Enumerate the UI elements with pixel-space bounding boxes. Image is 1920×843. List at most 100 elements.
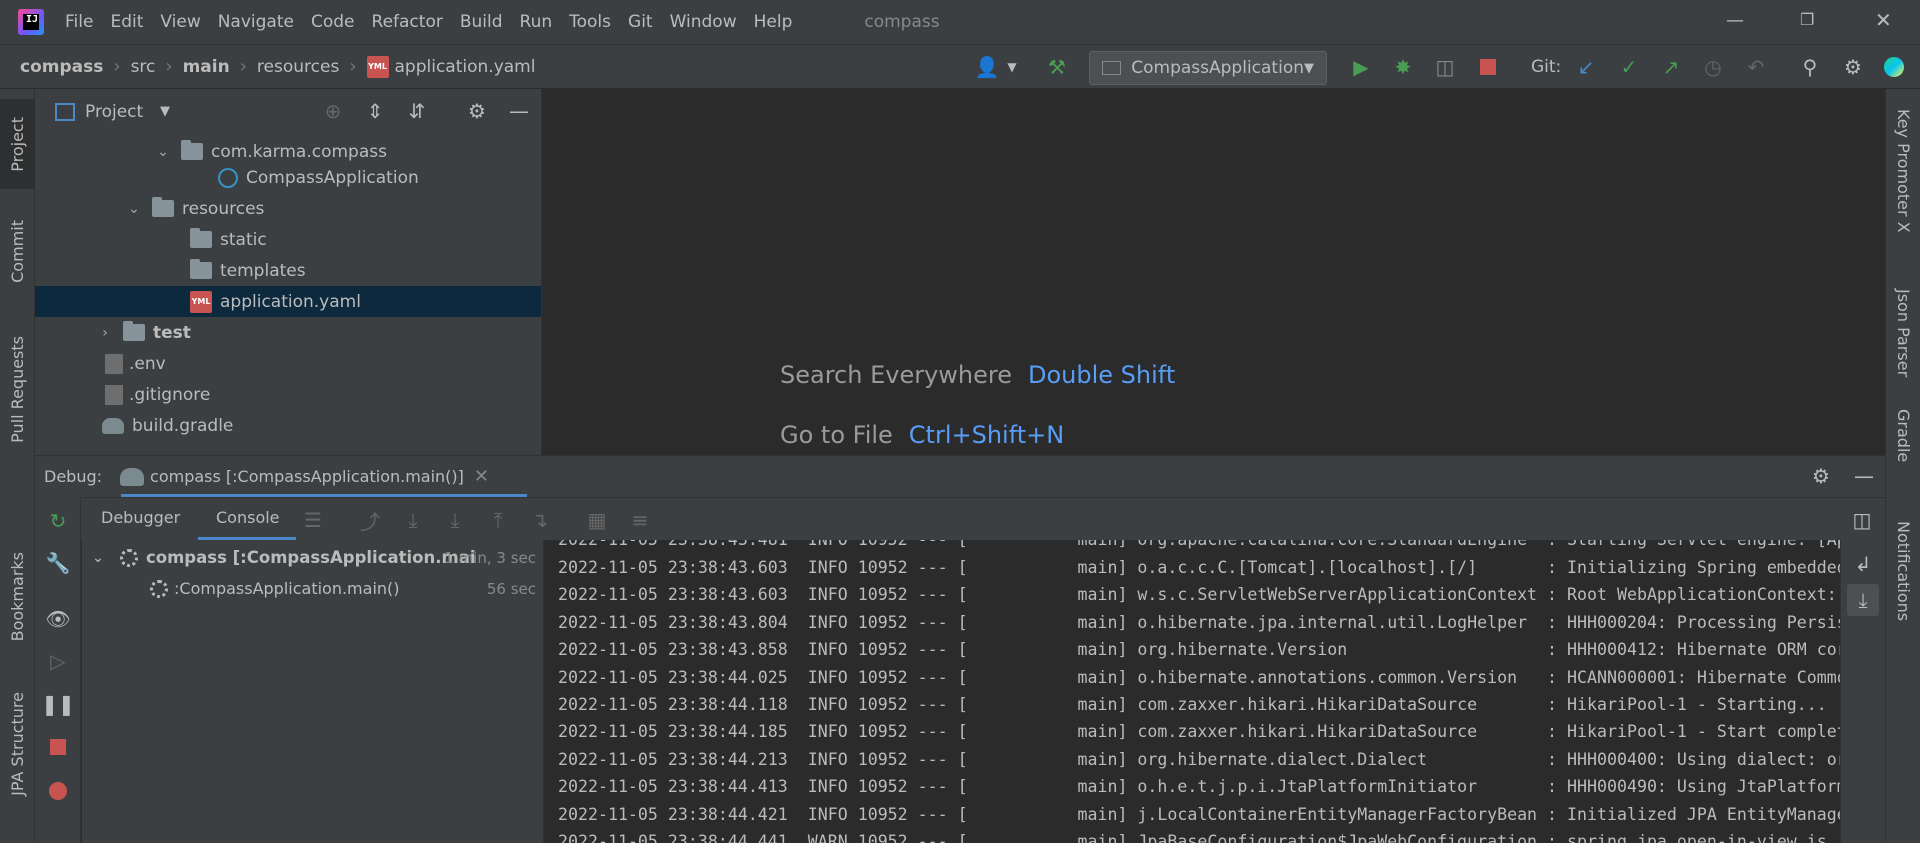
user-profile-icon[interactable]: 👤 <box>975 55 1000 79</box>
debug-session-tab[interactable]: compass [:CompassApplication.main()] <box>150 467 464 486</box>
scroll-to-end-icon[interactable]: ⤓ <box>1847 584 1879 616</box>
tree-item-application-yaml[interactable]: YML application.yaml <box>35 286 541 317</box>
chevron-right-icon[interactable]: › <box>97 325 113 341</box>
settings-gear-icon[interactable]: ⚙ <box>1809 464 1833 488</box>
rerun-icon[interactable]: ↻ <box>46 509 70 533</box>
chevron-down-icon[interactable]: ⌄ <box>126 201 142 217</box>
tool-tab-json-parser[interactable]: Json Parser <box>1886 289 1920 377</box>
tool-tab-pull-requests[interactable]: Pull Requests <box>0 324 35 454</box>
menu-view[interactable]: View <box>160 12 200 32</box>
expand-all-icon[interactable]: ⇕ <box>363 99 387 123</box>
debug-bug-icon[interactable]: ✸ <box>1391 55 1415 79</box>
settings-gear-icon[interactable]: ⚙ <box>1841 55 1865 79</box>
breadcrumb-resources[interactable]: resources <box>257 57 339 77</box>
close-icon[interactable]: ✕ <box>474 466 489 487</box>
tree-item-resources[interactable]: ⌄ resources <box>35 193 541 224</box>
console-output[interactable]: 2022-11-05 23:38:43.481 INFO 10952 --- [… <box>544 540 1840 843</box>
build-hammer-icon[interactable]: ⚒ <box>1045 55 1069 79</box>
menu-run[interactable]: Run <box>520 12 553 32</box>
coverage-icon[interactable]: ◫ <box>1433 55 1457 79</box>
soft-wrap-icon[interactable]: ↲ <box>1851 552 1875 576</box>
collapse-all-icon[interactable]: ⇵ <box>405 99 429 123</box>
tree-item-gitignore[interactable]: .gitignore <box>35 379 541 410</box>
mute-breakpoints-icon[interactable] <box>46 779 70 803</box>
log-line: 2022-11-05 23:38:44.421 INFO 10952 --- [… <box>558 805 1840 824</box>
view-breakpoints-icon[interactable]: 👁 <box>45 607 70 631</box>
menu-help[interactable]: Help <box>754 12 793 32</box>
tree-item-label: application.yaml <box>220 291 361 312</box>
tree-item-build-gradle[interactable]: build.gradle <box>35 410 541 441</box>
search-icon[interactable]: ⚲ <box>1798 55 1822 79</box>
intellij-logo-icon[interactable]: IJ <box>18 9 44 35</box>
tree-item-static[interactable]: static <box>35 224 541 255</box>
run-configuration-select[interactable]: CompassApplication ▼ <box>1089 51 1327 85</box>
breadcrumb-compass[interactable]: compass <box>20 57 103 77</box>
close-icon[interactable]: ✕ <box>1875 8 1892 32</box>
history-icon[interactable]: ◷ <box>1701 55 1725 79</box>
breadcrumb-src[interactable]: src <box>131 57 156 77</box>
project-view-select[interactable]: Project <box>85 102 143 122</box>
tree-item-class[interactable]: CompassApplication <box>35 162 541 193</box>
toolbox-icon[interactable] <box>1882 55 1906 79</box>
breadcrumb-application-yaml[interactable]: application.yaml <box>395 57 536 77</box>
resume-icon[interactable]: ▷ <box>46 649 70 673</box>
tab-console[interactable]: Console <box>216 508 280 527</box>
tool-tab-commit[interactable]: Commit <box>0 204 35 299</box>
run-icon[interactable]: ▶ <box>1349 55 1373 79</box>
tool-tab-bookmarks[interactable]: Bookmarks <box>0 544 35 649</box>
modify-run-config-icon[interactable]: 🔧 <box>46 551 71 575</box>
menu-tools[interactable]: Tools <box>569 12 611 32</box>
menu-build[interactable]: Build <box>460 12 503 32</box>
tool-tab-jpa-structure[interactable]: JPA Structure <box>0 679 35 809</box>
locate-file-icon[interactable]: ⊕ <box>321 99 345 123</box>
menu-refactor[interactable]: Refactor <box>372 12 443 32</box>
git-push-icon[interactable]: ↗ <box>1659 55 1683 79</box>
trace-stream-icon[interactable]: ≡ <box>628 508 652 532</box>
chevron-down-icon[interactable]: ⌄ <box>90 550 106 566</box>
step-over-icon[interactable]: ⤴ <box>358 508 382 534</box>
settings-gear-icon[interactable]: ⚙ <box>465 99 489 123</box>
hide-panel-icon[interactable]: — <box>507 99 531 123</box>
minimize-icon[interactable]: — <box>1726 10 1744 31</box>
layout-settings-icon[interactable]: ◫ <box>1850 508 1874 532</box>
step-out-icon[interactable]: ⤒ <box>486 508 510 532</box>
tool-tab-key-promoter-x[interactable]: Key Promoter X <box>1886 109 1920 233</box>
evaluate-expression-icon[interactable]: ▦ <box>585 508 609 532</box>
tool-tab-gradle[interactable]: Gradle <box>1886 409 1920 462</box>
stop-icon[interactable] <box>1476 55 1500 79</box>
tab-debugger[interactable]: Debugger <box>101 508 180 527</box>
menu-file[interactable]: File <box>65 12 93 32</box>
frame-session-row[interactable]: ⌄ compass [:CompassApplication.mai 1 min… <box>82 542 544 573</box>
tree-item-test[interactable]: › test <box>35 317 541 348</box>
hide-panel-icon[interactable]: — <box>1852 464 1876 488</box>
stop-icon[interactable] <box>46 735 70 759</box>
chevron-down-icon[interactable]: ⌄ <box>155 144 171 160</box>
rollback-icon[interactable]: ↶ <box>1744 55 1768 79</box>
run-to-cursor-icon[interactable]: ↴ <box>528 508 552 532</box>
menu-git[interactable]: Git <box>628 12 653 32</box>
tree-item-label: build.gradle <box>132 415 234 436</box>
git-update-icon[interactable]: ↙ <box>1574 55 1598 79</box>
menu-lines-icon[interactable]: ☰ <box>301 508 325 532</box>
force-step-into-icon[interactable]: ⤓ <box>443 508 467 532</box>
breadcrumb-main[interactable]: main <box>183 57 230 77</box>
tree-item-env[interactable]: .env <box>35 348 541 379</box>
menu-edit[interactable]: Edit <box>110 12 143 32</box>
menu-navigate[interactable]: Navigate <box>218 12 294 32</box>
menu-code[interactable]: Code <box>311 12 355 32</box>
step-into-icon[interactable]: ⤓ <box>401 508 425 532</box>
debug-frames-panel: ⌄ compass [:CompassApplication.mai 1 min… <box>82 540 544 843</box>
chevron-down-icon[interactable]: ▼ <box>160 104 170 119</box>
pause-icon[interactable]: ❚❚ <box>41 692 75 716</box>
restore-icon[interactable]: ❐ <box>1800 10 1814 29</box>
menu-window[interactable]: Window <box>670 12 737 32</box>
tree-item-templates[interactable]: templates <box>35 255 541 286</box>
frame-thread-row[interactable]: :CompassApplication.main() 56 sec <box>82 573 544 604</box>
git-commit-icon[interactable]: ✓ <box>1617 55 1641 79</box>
tool-tab-project[interactable]: Project <box>0 99 35 189</box>
chevron-down-icon[interactable]: ▼ <box>1000 55 1024 79</box>
tool-tab-notifications[interactable]: Notifications <box>1886 521 1920 621</box>
chevron-right-icon: › <box>113 56 121 77</box>
editor-area[interactable]: Search Everywhere Double Shift Go to File… <box>542 89 1885 455</box>
debug-tool-window-header: Debug: compass [:CompassApplication.main… <box>35 455 1885 498</box>
